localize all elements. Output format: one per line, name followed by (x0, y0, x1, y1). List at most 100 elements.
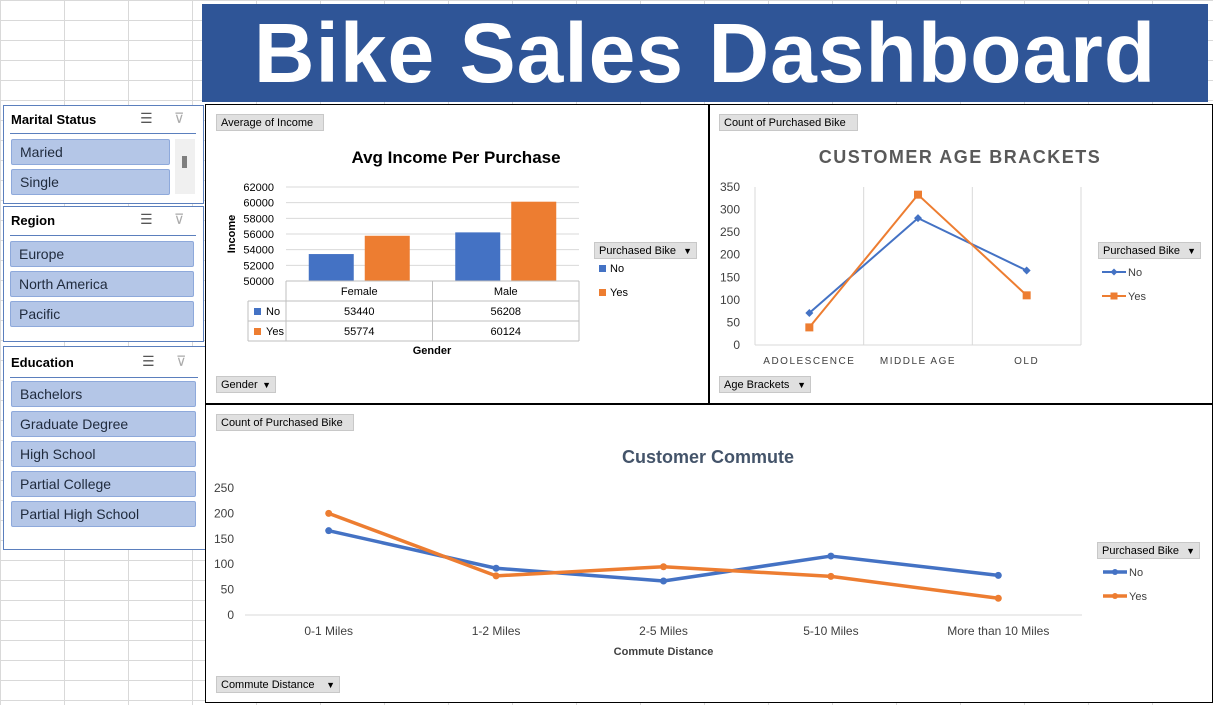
slicer-title: Education (11, 355, 74, 370)
data-point-no (1022, 266, 1031, 275)
legend-label: Yes (1129, 591, 1147, 603)
chart-title: CUSTOMER AGE BRACKETS (819, 147, 1102, 167)
y-tick-label: 58000 (243, 213, 274, 225)
x-tick-label: OLD (1014, 356, 1039, 367)
series-line-no (328, 528, 999, 583)
x-tick-label: More than 10 Miles (947, 624, 1049, 638)
commute-chart-svg: Customer Commute 0 50 100 150 200 250 0-1 Miles… (214, 447, 1147, 658)
x-tick-label: 0-1 Miles (304, 624, 353, 638)
slicer-item-single[interactable]: Single (11, 169, 170, 195)
clear-filter-icon[interactable]: ⊽ (174, 110, 184, 127)
slicer-item-pacific[interactable]: Pacific (10, 301, 194, 327)
x-tick-label: ADOLESCENCE (763, 356, 855, 367)
slicer-item-bachelors[interactable]: Bachelors (11, 381, 196, 407)
data-point-yes (994, 594, 1002, 602)
income-chart[interactable]: Average of Income Gender ▼ Purchased Bike… (205, 104, 709, 404)
data-label: 53440 (344, 306, 375, 318)
y-tick-label: 50000 (243, 276, 274, 288)
slicer-item-graduate-degree[interactable]: Graduate Degree (11, 411, 196, 437)
y-tick-label: 54000 (243, 245, 274, 257)
clear-filter-icon[interactable]: ⊽ (174, 211, 184, 228)
table-series-label: Yes (266, 326, 284, 338)
x-axis-label: Commute Distance (614, 646, 714, 658)
legend-label: Yes (1128, 291, 1146, 303)
data-point-yes (660, 563, 667, 571)
y-tick-label: 100 (720, 293, 740, 307)
data-label: 56208 (490, 306, 521, 318)
slicer-item-partial-high-school[interactable]: Partial High School (11, 501, 196, 527)
x-tick-label: Male (494, 286, 518, 298)
data-point-no (325, 527, 333, 535)
y-tick-label: 250 (214, 481, 234, 495)
chart-title: Customer Commute (622, 447, 794, 467)
chart-title: Avg Income Per Purchase (351, 148, 560, 167)
slicer-item-maried[interactable]: Maried (11, 139, 170, 165)
legend-marker (1110, 292, 1118, 300)
x-tick-label: 2-5 Miles (639, 624, 688, 638)
dashboard-title: Bike Sales Dashboard (202, 4, 1208, 102)
age-chart[interactable]: Count of Purchased Bike Age Brackets ▼ Pu… (709, 104, 1213, 404)
slicer-item-north-america[interactable]: North America (10, 271, 194, 297)
bar-no (455, 232, 501, 281)
data-point-yes (914, 190, 922, 199)
y-axis-label: Income (226, 215, 238, 254)
y-tick-label: 50 (727, 315, 741, 329)
slicer-item-high-school[interactable]: High School (11, 441, 196, 467)
y-tick-label: 200 (720, 248, 740, 262)
table-legend-key (254, 308, 261, 315)
slicer-item-partial-college[interactable]: Partial College (11, 471, 196, 497)
data-point-yes (325, 509, 333, 517)
slicer-scrollbar[interactable] (175, 139, 195, 194)
x-tick-label: 5-10 Miles (803, 624, 858, 638)
slicer-region: Region ☰ ⊽ Europe North America Pacific (3, 206, 204, 342)
slicer-title: Region (11, 213, 56, 228)
multi-select-icon[interactable]: ☰ (140, 110, 153, 127)
y-tick-label: 62000 (243, 182, 274, 194)
legend-marker (1112, 593, 1118, 599)
slicer-education: Education ☰ ⊽ Bachelors Graduate Degree … (3, 346, 206, 550)
data-point-yes (1022, 291, 1031, 300)
legend-marker (1110, 268, 1118, 276)
slicer-item-europe[interactable]: Europe (10, 241, 194, 267)
y-tick-label: 60000 (243, 198, 274, 210)
multi-select-icon[interactable]: ☰ (142, 353, 155, 370)
x-axis-label: Gender (413, 345, 452, 357)
legend-key-yes (599, 289, 606, 296)
data-point-yes (827, 572, 835, 580)
legend-label: No (610, 263, 624, 275)
data-label: 60124 (490, 326, 521, 338)
slicer-marital-status: Marital Status ☰ ⊽ Maried Single (3, 105, 204, 204)
y-tick-label: 100 (214, 557, 234, 571)
legend-label: No (1128, 267, 1142, 279)
legend-label: Yes (610, 287, 628, 299)
income-chart-svg: Avg Income Per Purchase 50000 52000 54000 56… (226, 148, 628, 357)
clear-filter-icon[interactable]: ⊽ (176, 353, 186, 370)
y-tick-label: 350 (720, 180, 740, 194)
bar-yes (364, 235, 410, 281)
data-point-yes (805, 323, 814, 332)
data-label: 55774 (344, 326, 375, 338)
legend-key-no (599, 265, 606, 272)
legend-marker (1112, 569, 1118, 575)
y-tick-label: 0 (733, 338, 740, 352)
data-point-no (994, 571, 1002, 579)
table-legend-key (254, 328, 261, 335)
y-tick-label: 300 (720, 203, 740, 217)
x-tick-label: 1-2 Miles (472, 624, 521, 638)
multi-select-icon[interactable]: ☰ (140, 211, 153, 228)
x-tick-label: Female (341, 286, 378, 298)
y-tick-label: 150 (720, 270, 740, 284)
bar-no (308, 254, 354, 281)
y-tick-label: 150 (214, 532, 234, 546)
commute-chart[interactable]: Count of Purchased Bike Commute Distance… (205, 404, 1213, 703)
data-point-no (660, 577, 667, 585)
x-tick-label: MIDDLE AGE (880, 356, 956, 367)
series-line-yes (328, 511, 999, 600)
y-tick-label: 56000 (243, 229, 274, 241)
slicer-title: Marital Status (11, 112, 97, 127)
age-chart-svg: CUSTOMER AGE BRACKETS 0 50 100 150 200 250 300 3… (720, 147, 1146, 367)
y-tick-label: 200 (214, 506, 234, 520)
table-series-label: No (266, 306, 280, 318)
y-tick-label: 250 (720, 225, 740, 239)
data-point-yes (492, 572, 500, 580)
